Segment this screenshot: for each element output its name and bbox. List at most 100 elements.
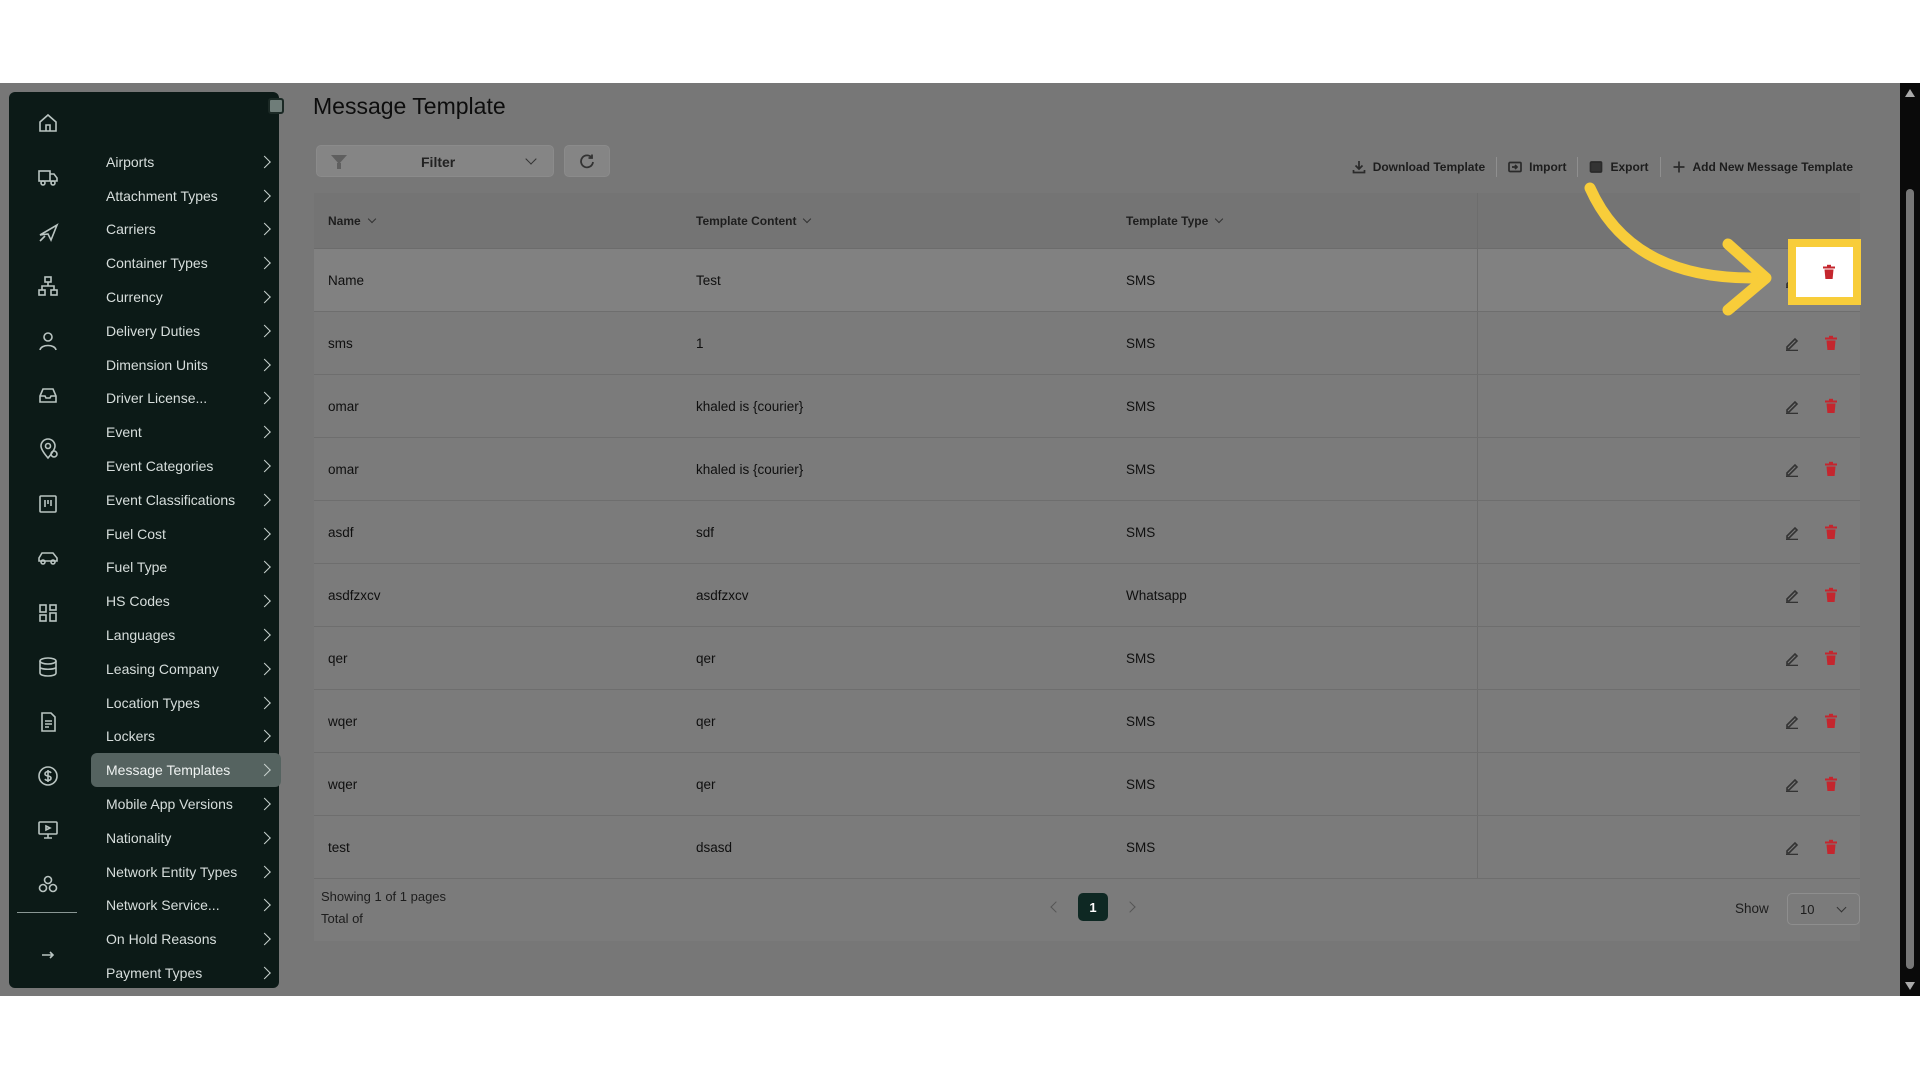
edit-icon[interactable] [1784, 713, 1800, 730]
edit-icon[interactable] [1784, 776, 1800, 793]
column-header-template-content[interactable]: Template Content [682, 214, 1112, 228]
sidebar-item-label: Driver License... [106, 390, 208, 407]
edit-icon[interactable] [1784, 524, 1800, 541]
cell-template-type: SMS [1112, 312, 1478, 374]
trash-icon[interactable] [1824, 650, 1838, 666]
edit-icon[interactable] [1784, 839, 1800, 856]
scroll-up-arrow[interactable] [1905, 89, 1915, 97]
edit-icon[interactable] [1784, 650, 1800, 667]
trash-icon[interactable] [1824, 713, 1838, 729]
page-button-current[interactable]: 1 [1078, 893, 1108, 921]
cell-name: Name [328, 272, 365, 288]
cell-name: omar [328, 398, 359, 414]
sidebar-item[interactable]: Leasing Company [91, 652, 281, 686]
plane-icon[interactable] [37, 221, 59, 243]
download-template-button[interactable]: Download Template [1341, 157, 1496, 177]
sidebar-rail [9, 92, 85, 988]
page-size-select[interactable]: 10 [1787, 893, 1860, 925]
add-message-template-button[interactable]: Add New Message Template [1661, 157, 1865, 177]
next-page-button[interactable] [1124, 901, 1136, 913]
table-row: asdfzxcv asdfzxcv Whatsapp [314, 564, 1860, 627]
chevron-right-icon [258, 899, 271, 912]
cell-actions [1478, 690, 1860, 752]
trash-icon[interactable] [1824, 461, 1838, 477]
trash-icon[interactable] [1824, 524, 1838, 540]
board-icon[interactable] [37, 493, 59, 515]
sidebar-item[interactable]: Fuel Type [91, 551, 281, 585]
document-icon[interactable] [37, 711, 59, 733]
trash-icon[interactable] [1824, 398, 1838, 414]
sitemap-icon[interactable] [37, 275, 59, 297]
sidebar-item[interactable]: Currency [91, 280, 281, 314]
user-icon[interactable] [37, 330, 59, 352]
previous-page-button[interactable] [1050, 901, 1062, 913]
sidebar-toggle-button[interactable] [268, 98, 284, 114]
sidebar-item[interactable]: On Hold Reasons [91, 922, 281, 956]
grid-icon[interactable] [37, 602, 59, 624]
cell-template-content: khaled is {courier} [696, 398, 804, 414]
home-icon[interactable] [37, 112, 59, 134]
sidebar-item[interactable]: Driver License... [91, 382, 281, 416]
sidebar-item[interactable]: Carriers [91, 213, 281, 247]
car-icon[interactable] [37, 547, 59, 569]
tray-icon[interactable] [37, 384, 59, 406]
column-header-name[interactable]: Name [314, 214, 682, 228]
trash-icon[interactable] [1824, 335, 1838, 351]
column-header-template-type[interactable]: Template Type [1112, 193, 1478, 248]
sidebar-item[interactable]: Mobile App Versions [91, 787, 281, 821]
edit-icon[interactable] [1784, 398, 1800, 415]
import-button[interactable]: Import [1497, 157, 1577, 177]
trash-icon[interactable] [1824, 587, 1838, 603]
cubes-icon[interactable] [37, 874, 59, 896]
sidebar-item-label: Message Templates [106, 762, 231, 779]
edit-icon[interactable] [1784, 335, 1800, 352]
refresh-button[interactable] [564, 145, 610, 177]
chevron-right-icon [258, 290, 271, 304]
sidebar-item-label: Fuel Type [106, 559, 168, 576]
trash-icon[interactable] [1824, 839, 1838, 855]
truck-icon[interactable] [37, 166, 59, 188]
trash-icon[interactable] [1824, 776, 1838, 792]
dollar-icon[interactable] [37, 765, 59, 787]
export-button[interactable]: Export [1578, 157, 1659, 177]
sidebar-item[interactable]: HS Codes [91, 584, 281, 618]
sidebar-item[interactable]: Event Classifications [91, 483, 281, 517]
trash-icon[interactable] [1822, 264, 1836, 280]
sidebar-item[interactable]: Fuel Cost [91, 517, 281, 551]
filter-dropdown[interactable]: Filter [316, 145, 554, 177]
sidebar-item[interactable]: Message Templates [91, 753, 281, 788]
scrollbar[interactable] [1900, 83, 1920, 996]
sidebar-item[interactable]: Lockers [91, 720, 281, 754]
filter-icon [331, 155, 347, 169]
sidebar-item[interactable]: Delivery Duties [91, 314, 281, 348]
scroll-down-arrow[interactable] [1905, 982, 1915, 990]
location-pin-icon[interactable] [37, 438, 59, 460]
scrollbar-thumb[interactable] [1906, 189, 1914, 969]
sidebar-item[interactable]: Network Entity Types [91, 855, 281, 889]
chevron-right-icon [258, 223, 271, 236]
sidebar-item[interactable]: Location Types [91, 686, 281, 720]
sidebar-item[interactable]: Payment Types [91, 956, 281, 990]
sidebar-item[interactable]: Event [91, 415, 281, 449]
sidebar-item[interactable]: Event Categories [91, 449, 281, 483]
logout-icon[interactable] [37, 944, 59, 966]
sidebar-item[interactable]: Nationality [91, 821, 281, 855]
cell-template-content: khaled is {courier} [696, 461, 804, 477]
sidebar-item[interactable]: Dimension Units [91, 348, 281, 382]
edit-icon[interactable] [1784, 461, 1800, 478]
edit-icon[interactable] [1784, 587, 1800, 604]
sidebar-item-label: Attachment Types [106, 187, 218, 204]
sidebar-item[interactable]: Airports [91, 145, 281, 179]
sidebar-item[interactable]: Container Types [91, 246, 281, 280]
sidebar-item[interactable]: Languages [91, 618, 281, 652]
cell-template-type: SMS [1112, 690, 1478, 752]
cell-actions [1478, 564, 1860, 626]
sidebar: Airports Attachment Types Carriers Containe… [9, 92, 281, 990]
table-row: asdf sdf SMS [314, 501, 1860, 564]
database-icon[interactable] [37, 656, 59, 678]
sidebar-item[interactable]: Network Service... [91, 889, 281, 923]
monitor-icon[interactable] [37, 819, 59, 841]
table-row: qer qer SMS [314, 627, 1860, 690]
table-row: omar khaled is {courier} SMS [314, 375, 1860, 438]
sidebar-item[interactable]: Attachment Types [91, 179, 281, 213]
